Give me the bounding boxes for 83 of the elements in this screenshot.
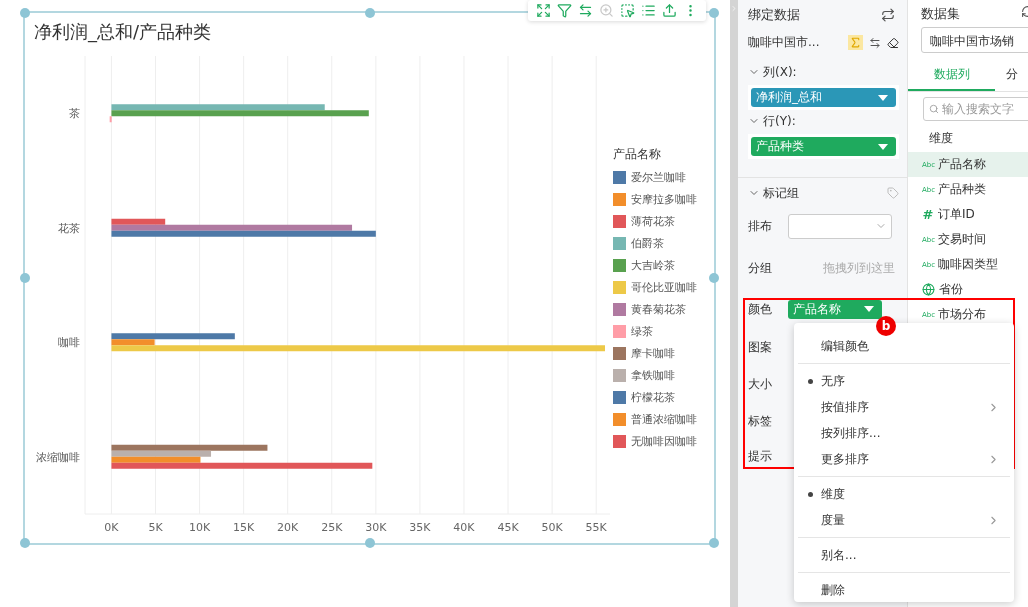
resize-handle[interactable] bbox=[20, 538, 30, 548]
panel-title: 数据集 bbox=[921, 5, 960, 23]
globe-icon bbox=[922, 283, 935, 296]
legend-label: 普通浓缩咖啡 bbox=[631, 411, 697, 427]
tick-label: 30K bbox=[365, 521, 387, 534]
dataset-select[interactable]: 咖啡中国市场销 bbox=[921, 27, 1028, 53]
resize-handle[interactable] bbox=[20, 8, 30, 18]
legend-label: 伯爵茶 bbox=[631, 235, 664, 251]
tick-label: 45K bbox=[497, 521, 519, 534]
selection-icon[interactable] bbox=[620, 3, 635, 18]
mark-label: 标签 bbox=[748, 412, 773, 430]
mark-label: 分组 bbox=[748, 260, 773, 277]
dataset-name: 咖啡中国市... bbox=[748, 34, 821, 51]
swap-icon[interactable] bbox=[578, 3, 593, 18]
menu-item[interactable]: 更多排序 bbox=[798, 446, 1010, 472]
legend-label: 摩卡咖啡 bbox=[631, 345, 675, 361]
tick-label: 35K bbox=[409, 521, 431, 534]
resize-handle[interactable] bbox=[364, 538, 375, 548]
legend-label: 绿茶 bbox=[631, 323, 653, 339]
tag-icon[interactable] bbox=[887, 187, 899, 199]
eraser-icon[interactable] bbox=[887, 36, 899, 49]
mark-label: 大小 bbox=[748, 376, 773, 393]
group-label: 维度 bbox=[928, 130, 954, 147]
tick-label: 15K bbox=[233, 521, 255, 534]
drop-hint: 拖拽列到这里 bbox=[823, 260, 895, 277]
resize-handle[interactable] bbox=[364, 8, 375, 18]
mark-label: 排布 bbox=[748, 217, 773, 235]
tick-label: 25K bbox=[321, 521, 343, 534]
tick-label: 40K bbox=[453, 521, 475, 534]
section-label: 标记组 bbox=[763, 184, 799, 202]
category-label: 花茶 bbox=[58, 221, 80, 235]
tick-label: 50K bbox=[541, 521, 563, 534]
select-field[interactable] bbox=[788, 213, 892, 239]
expand-icon[interactable] bbox=[536, 3, 551, 18]
legend-label: 大吉岭茶 bbox=[631, 257, 675, 273]
filter-icon[interactable] bbox=[557, 3, 572, 18]
swap-icon[interactable] bbox=[881, 8, 895, 22]
menu-item[interactable]: 无序 bbox=[798, 368, 1010, 394]
export-icon[interactable] bbox=[662, 3, 677, 18]
menu-item[interactable]: 按列排序... bbox=[798, 420, 1010, 446]
field-item[interactable]: 省份 bbox=[908, 277, 1028, 302]
menu-item[interactable]: 按值排序 bbox=[798, 394, 1010, 420]
menu-item[interactable]: 维度 bbox=[798, 481, 1010, 507]
menu-item[interactable]: 删除 bbox=[798, 577, 1010, 603]
tick-label: 20K bbox=[277, 521, 299, 534]
panel-title: 绑定数据 bbox=[748, 6, 800, 24]
tick-label: 5K bbox=[148, 521, 163, 534]
legend-title: 产品名称 bbox=[613, 146, 662, 163]
tick-label: 0K bbox=[104, 521, 119, 534]
resize-handle[interactable] bbox=[20, 273, 30, 283]
legend-label: 安摩拉多咖啡 bbox=[631, 191, 697, 207]
category-label: 咖啡 bbox=[58, 336, 80, 350]
mark-label: 提示 bbox=[748, 448, 773, 465]
tab[interactable]: 分 bbox=[995, 61, 1028, 91]
search-field[interactable]: 输入搜索文字 bbox=[923, 97, 1028, 121]
menu-item[interactable]: 编辑颜色 bbox=[798, 333, 1010, 359]
legend-label: 黄春菊花茶 bbox=[631, 301, 686, 317]
menu-item[interactable]: 别名... bbox=[798, 542, 1010, 568]
legend-label: 爱尔兰咖啡 bbox=[631, 169, 686, 185]
resize-handle[interactable] bbox=[709, 538, 719, 548]
resize-handle[interactable] bbox=[709, 273, 719, 283]
tick-label: 10K bbox=[188, 521, 211, 534]
mark-label: 图案 bbox=[748, 339, 773, 356]
category-label: 茶 bbox=[69, 107, 80, 121]
resize-handle[interactable] bbox=[709, 8, 719, 18]
category-label: 浓缩咖啡 bbox=[36, 450, 80, 464]
swap-icon[interactable] bbox=[869, 36, 881, 49]
legend-label: 薄荷花茶 bbox=[631, 213, 675, 229]
field-item[interactable]: # 订单ID bbox=[908, 202, 1028, 227]
shelf-label: 列(X): bbox=[763, 63, 797, 81]
sigma-button[interactable] bbox=[848, 35, 863, 50]
tick-label: 55K bbox=[585, 521, 607, 534]
legend-label: 拿铁咖啡 bbox=[631, 367, 675, 383]
shelf-label: 行(Y): bbox=[763, 112, 796, 130]
legend-label: 无咖啡因咖啡 bbox=[631, 433, 697, 449]
list-icon[interactable] bbox=[641, 3, 656, 18]
legend-label: 哥伦比亚咖啡 bbox=[631, 279, 697, 295]
search-icon bbox=[929, 103, 939, 115]
chart-title: 净利润_总和/产品种类 bbox=[33, 20, 213, 45]
menu-item[interactable]: 度量 bbox=[798, 507, 1010, 533]
field-type-icon: # bbox=[922, 207, 934, 222]
mark-label: 颜色 bbox=[748, 300, 773, 318]
legend-label: 柠檬花茶 bbox=[631, 389, 675, 405]
